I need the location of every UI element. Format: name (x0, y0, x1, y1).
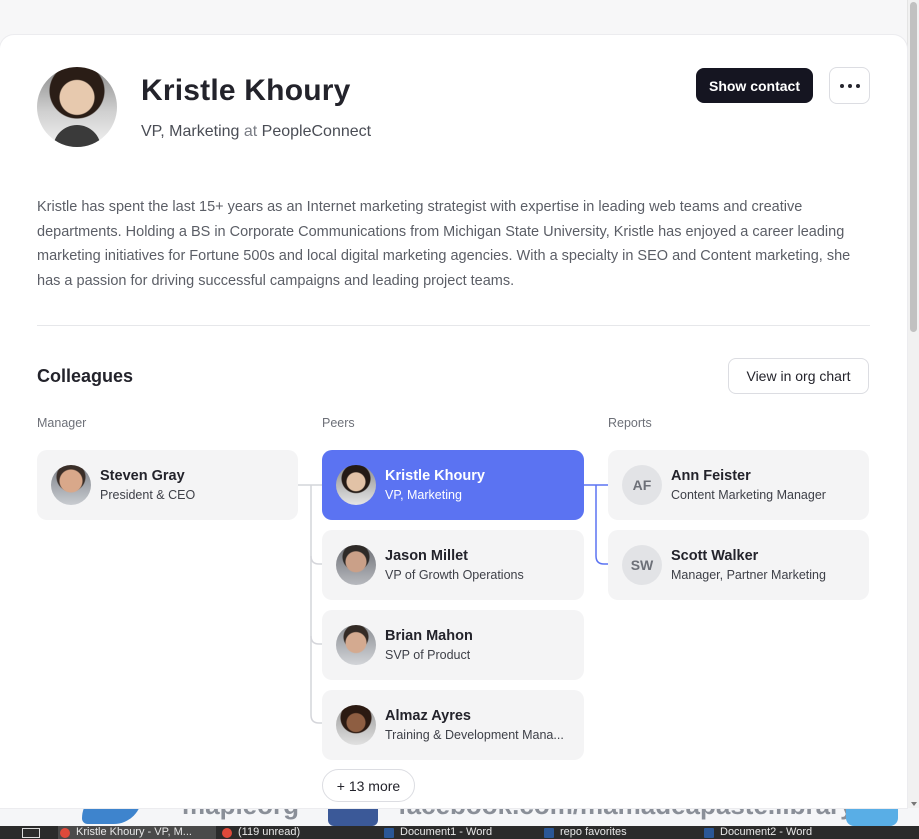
taskbar-item-2[interactable]: (119 unread) (220, 826, 370, 839)
taskbar-item-5[interactable]: Document2 - Word (702, 826, 872, 839)
taskbar: Kristle Khoury - VP, M... (119 unread) D… (0, 826, 919, 839)
report-card[interactable]: AF Ann Feister Content Marketing Manager (608, 450, 869, 520)
more-options-button[interactable] (829, 67, 870, 104)
peers-label: Peers (322, 416, 355, 430)
colleague-role: SVP of Product (385, 648, 471, 662)
chrome-icon (60, 828, 70, 838)
colleague-name: Jason Millet (385, 548, 468, 564)
reports-label: Reports (608, 416, 652, 430)
peer-card[interactable]: Brian Mahon SVP of Product (322, 610, 584, 680)
peer-card-current[interactable]: Kristle Khoury VP, Marketing (322, 450, 584, 520)
word-icon (384, 828, 394, 838)
avatar (336, 625, 376, 665)
colleague-role: President & CEO (100, 488, 196, 502)
profile-role: VP, Marketing (141, 123, 240, 140)
avatar (51, 465, 91, 505)
colleague-role: VP, Marketing (385, 488, 462, 502)
app-icon (544, 828, 554, 838)
avatar (336, 465, 376, 505)
show-more-peers-button[interactable]: + 13 more (322, 769, 415, 802)
report-connectors (584, 484, 608, 565)
colleague-role: Content Marketing Manager (671, 488, 826, 502)
initials-avatar: AF (622, 465, 662, 505)
avatar (336, 705, 376, 745)
profile-at: at (243, 123, 258, 140)
colleagues-heading: Colleagues (37, 366, 134, 386)
colleague-role: Training & Development Mana... (385, 728, 564, 742)
peer-connectors (298, 484, 322, 724)
taskbar-item-4[interactable]: repo favorites (542, 826, 692, 839)
show-contact-button[interactable]: Show contact (696, 68, 813, 103)
chrome-icon (222, 828, 232, 838)
taskbar-item-1[interactable]: Kristle Khoury - VP, M... (58, 826, 216, 839)
initials-avatar: SW (622, 545, 662, 585)
taskbar-item-label: repo favorites (560, 826, 627, 838)
more-horizontal-icon (840, 84, 860, 88)
profile-company[interactable]: PeopleConnect (262, 123, 371, 140)
colleague-name: Steven Gray (100, 468, 185, 484)
taskbar-item-label: Document2 - Word (720, 826, 813, 838)
view-org-chart-button[interactable]: View in org chart (728, 358, 869, 394)
profile-name: Kristle Khoury (141, 74, 351, 107)
profile-subtitle: VP, Marketing at PeopleConnect (141, 123, 371, 141)
avatar (336, 545, 376, 585)
scrollbar-thumb[interactable] (910, 2, 917, 332)
colleague-name: Kristle Khoury (385, 468, 485, 484)
manager-card[interactable]: Steven Gray President & CEO (37, 450, 298, 520)
profile-panel: Kristle Khoury VP, Marketing at PeopleCo… (0, 35, 907, 808)
manager-label: Manager (37, 416, 87, 430)
taskbar-item-label: Document1 - Word (400, 826, 493, 838)
task-view-icon[interactable] (22, 828, 40, 838)
colleague-role: Manager, Partner Marketing (671, 568, 826, 582)
colleague-name: Brian Mahon (385, 628, 473, 644)
vertical-scrollbar[interactable] (907, 0, 919, 808)
taskbar-item-3[interactable]: Document1 - Word (382, 826, 532, 839)
colleague-name: Scott Walker (671, 548, 759, 564)
taskbar-item-label: Kristle Khoury - VP, M... (76, 826, 192, 838)
profile-avatar (37, 67, 117, 147)
report-card[interactable]: SW Scott Walker Manager, Partner Marketi… (608, 530, 869, 600)
peer-card[interactable]: Almaz Ayres Training & Development Mana.… (322, 690, 584, 760)
taskbar-item-label: (119 unread) (238, 826, 301, 838)
colleague-name: Ann Feister (671, 468, 751, 484)
word-icon (704, 828, 714, 838)
scroll-down-arrow-icon[interactable] (911, 802, 917, 806)
section-divider (37, 325, 870, 326)
profile-bio: Kristle has spent the last 15+ years as … (37, 199, 851, 289)
colleague-name: Almaz Ayres (385, 708, 471, 724)
colleague-role: VP of Growth Operations (385, 568, 524, 582)
peer-card[interactable]: Jason Millet VP of Growth Operations (322, 530, 584, 600)
